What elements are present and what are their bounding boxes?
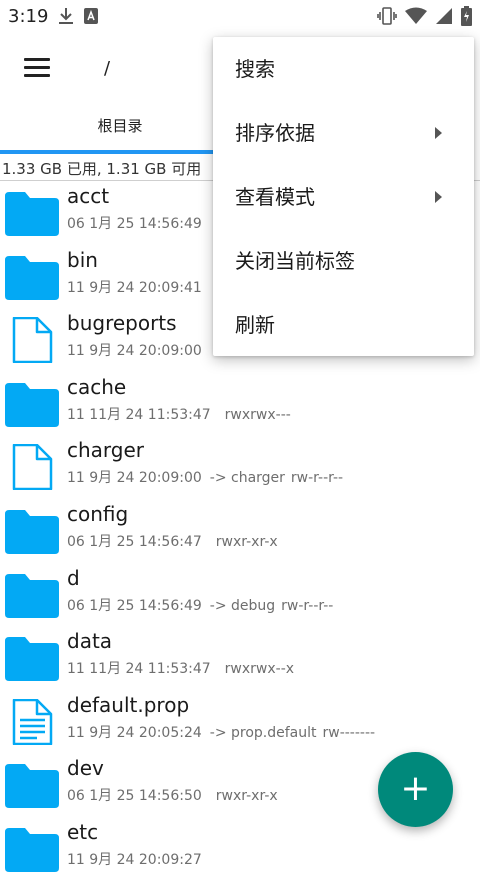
file-name: data <box>67 629 113 654</box>
file-date: 11 11月 24 11:53:47 <box>67 661 211 678</box>
file-name: etc <box>67 819 99 844</box>
file-name: charger <box>67 438 145 463</box>
a-badge-icon <box>84 8 98 28</box>
file-link-target: -> debug <box>209 597 276 614</box>
file-meta: 06 1月 25 14:56:50 rwxr-xr-x <box>67 785 278 805</box>
file-name: bin <box>67 247 98 272</box>
file-link-target: -> charger <box>209 470 285 487</box>
file-date: 11 9月 24 20:09:00 <box>67 470 202 487</box>
file-permissions: rwxrwx--- <box>224 406 291 423</box>
folder-icon <box>5 572 59 618</box>
file-name: d <box>67 565 80 590</box>
file-row[interactable]: config 06 1月 25 14:56:47 rwxr-xr-x <box>0 499 480 563</box>
download-icon <box>58 7 74 29</box>
file-name: dev <box>67 756 104 781</box>
file-meta: 11 9月 24 20:09:41 <box>67 277 202 297</box>
file-meta: 11 9月 24 20:09:00 -> charger rw-r--r-- <box>67 467 343 487</box>
file-permissions: rw------- <box>322 724 376 741</box>
menu-item[interactable]: 关闭当前标签 <box>213 229 474 293</box>
file-name: acct <box>67 184 110 208</box>
file-row[interactable]: cache 11 11月 24 11:53:47 rwxrwx--- <box>0 372 480 436</box>
battery-icon <box>461 6 472 30</box>
overflow-popup-menu: 搜索排序依据查看模式关闭当前标签 刷新 <box>213 37 474 356</box>
file-date: 06 1月 25 14:56:50 <box>67 788 202 805</box>
menu-item[interactable]: 排序依据 <box>213 101 474 165</box>
folder-icon <box>5 508 59 554</box>
folder-icon <box>5 762 59 809</box>
submenu-arrow-icon <box>435 127 442 139</box>
file-row[interactable]: d 06 1月 25 14:56:49 -> debug rw-r--r-- <box>0 563 480 627</box>
menu-item-label: 刷新 <box>235 313 275 337</box>
file-row[interactable]: charger 11 9月 24 20:09:00 -> charger rw-r--… <box>0 435 480 499</box>
hamburger-menu-icon[interactable] <box>24 58 50 80</box>
menu-item[interactable]: 查看模式 <box>213 165 474 229</box>
file-row[interactable]: data 11 11月 24 11:53:47 rwxrwx--x <box>0 626 480 690</box>
file-permissions: rw-r--r-- <box>281 597 334 614</box>
file-date: 06 1月 25 14:56:49 <box>67 216 202 232</box>
add-fab-button[interactable]: + <box>378 752 453 827</box>
file-date: 11 11月 24 11:53:47 <box>67 406 211 423</box>
file-name: cache <box>67 374 127 399</box>
file-date: 06 1月 25 14:56:49 <box>67 597 202 614</box>
file-meta: 11 11月 24 11:53:47 rwxrwx--- <box>67 404 291 424</box>
file-link-target: -> prop.default <box>209 724 317 741</box>
current-path: / <box>104 58 111 79</box>
tab-root-directory[interactable]: 根目录 <box>0 106 240 150</box>
file-meta: 11 9月 24 20:09:00 <box>67 340 202 360</box>
wifi-icon <box>405 7 427 29</box>
file-meta: 11 9月 24 20:09:27 <box>67 849 202 869</box>
file-meta: 06 1月 25 14:56:47 rwxr-xr-x <box>67 531 278 551</box>
file-permissions: rwxr-xr-x <box>215 533 278 550</box>
status-time: 3:19 <box>8 6 49 27</box>
menu-item[interactable]: 搜索 <box>213 37 474 101</box>
file-permissions: rw-r--r-- <box>290 470 344 487</box>
file-date: 11 9月 24 20:05:24 <box>67 724 202 741</box>
file-date: 11 9月 24 20:09:27 <box>67 851 202 868</box>
status-bar: 3:19 <box>0 0 480 34</box>
file-name: bugreports <box>67 311 177 336</box>
menu-item-label: 搜索 <box>235 57 275 81</box>
tab-indicator <box>0 150 213 154</box>
file-meta: 11 11月 24 11:53:47 rwxrwx--x <box>67 658 294 678</box>
file-date: 11 9月 24 20:09:00 <box>67 343 202 360</box>
file-meta: 06 1月 25 14:56:49 -> debug rw-r--r-- <box>67 595 333 615</box>
folder-icon <box>5 826 59 872</box>
file-permissions: rwxrwx--x <box>224 661 295 678</box>
folder-icon <box>5 254 59 300</box>
menu-item-label: 排序依据 <box>235 121 315 145</box>
folder-icon <box>5 190 59 236</box>
file-meta: 11 9月 24 20:05:24 -> prop.default rw------… <box>67 722 375 742</box>
file-name: default.prop <box>67 692 190 717</box>
submenu-arrow-icon <box>435 191 442 203</box>
folder-icon <box>5 635 59 682</box>
vibrate-icon <box>377 7 397 29</box>
folder-icon <box>5 381 59 427</box>
file-name: config <box>67 501 129 526</box>
signal-icon <box>435 7 453 29</box>
file-permissions: rwxr-xr-x <box>215 788 278 805</box>
file-date: 11 9月 24 20:09:41 <box>67 279 202 296</box>
menu-item[interactable]: 刷新 <box>213 293 474 357</box>
file-icon <box>5 316 59 364</box>
file-date: 06 1月 25 14:56:47 <box>67 533 202 550</box>
menu-item-label: 查看模式 <box>235 185 315 209</box>
text-file-icon <box>5 698 59 745</box>
plus-icon: + <box>400 768 431 809</box>
menu-item-label: 关闭当前标签 <box>235 249 355 273</box>
file-meta: 06 1月 25 14:56:49 <box>67 213 202 233</box>
file-icon <box>5 444 59 491</box>
file-row[interactable]: default.prop 11 9月 24 20:05:24 -> prop.def… <box>0 690 480 754</box>
